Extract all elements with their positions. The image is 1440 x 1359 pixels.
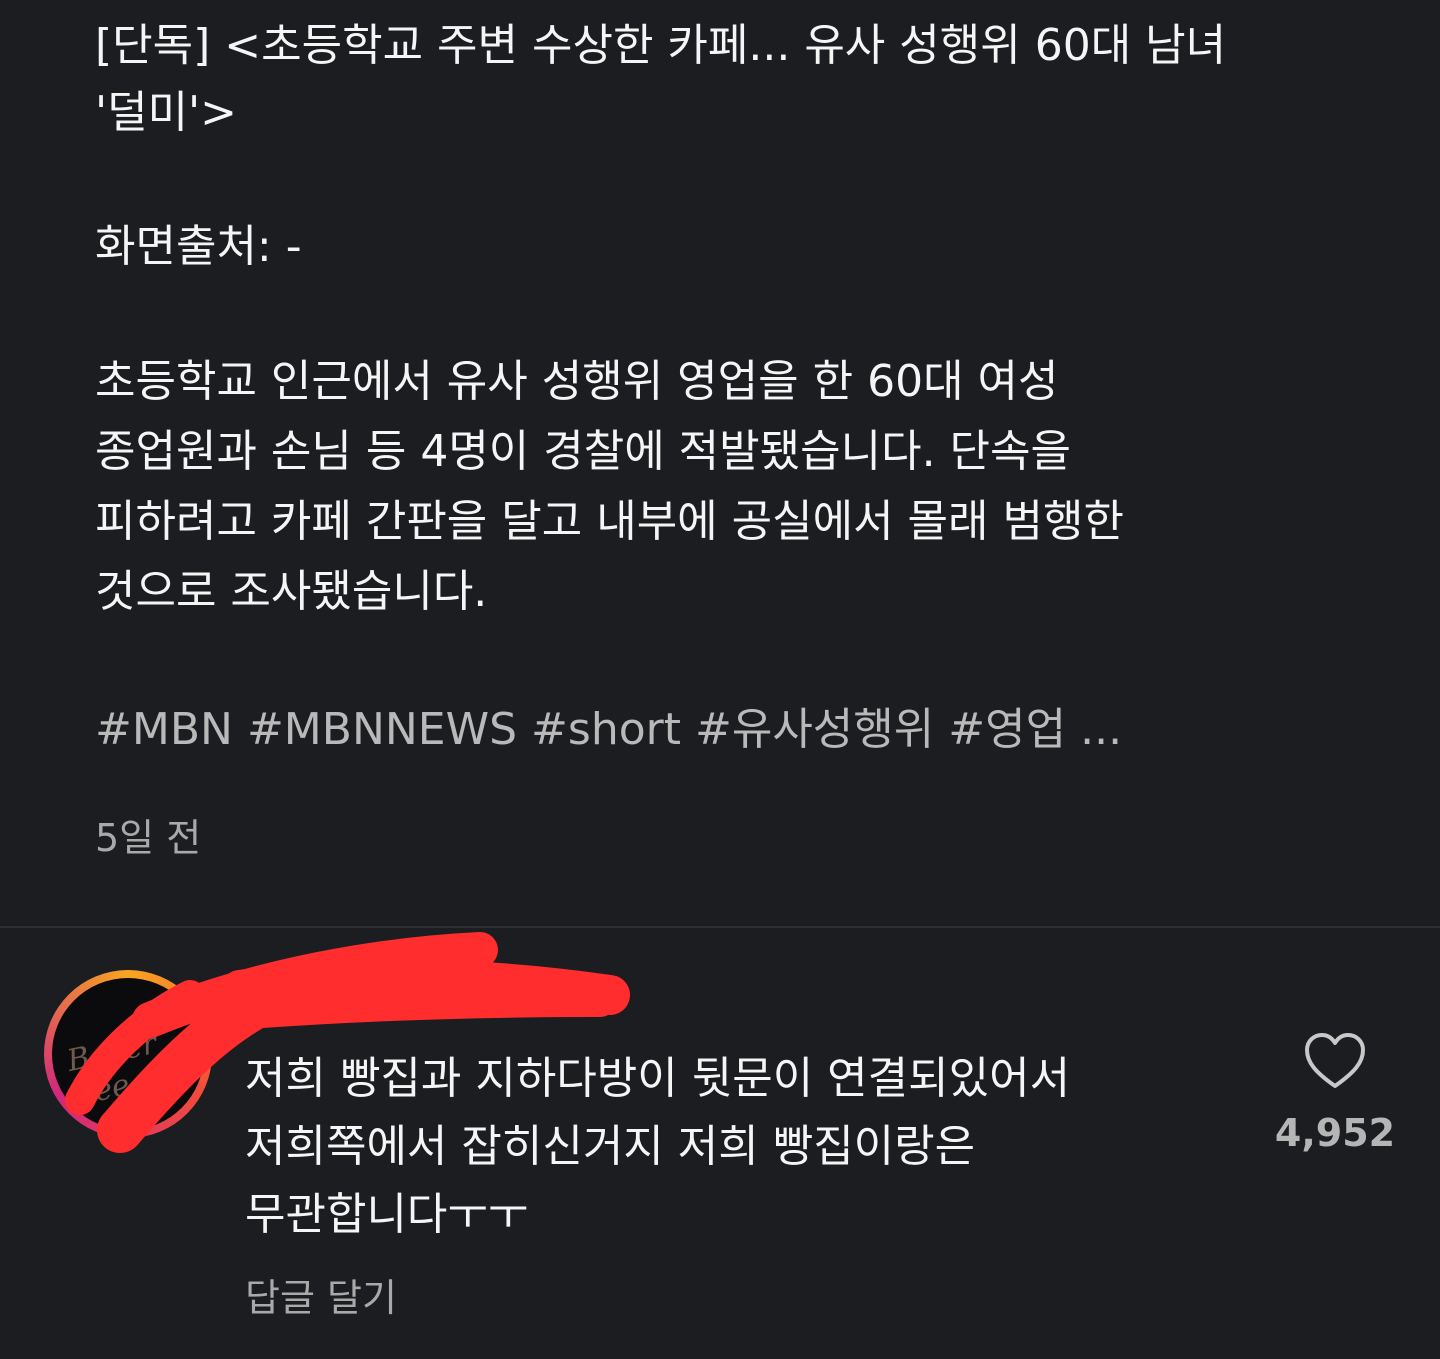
like-count: 4,952: [1274, 1111, 1396, 1155]
comment-text: 저희 빵집과 지하다방이 뒷문이 연결되있어서 저희쪽에서 잡히신거지 저희 빵…: [245, 1053, 1071, 1240]
username-redaction: [65, 932, 630, 1153]
like-button[interactable]: [1303, 1032, 1367, 1092]
heart-icon: [1305, 1033, 1365, 1088]
hashtag-yusaseonghaengwi[interactable]: #유사성행위: [695, 704, 934, 755]
hashtag-yeongeop[interactable]: #영업: [948, 704, 1066, 755]
reply-button[interactable]: 답글 달기: [245, 1268, 397, 1328]
hashtags-more[interactable]: ...: [1080, 704, 1122, 755]
